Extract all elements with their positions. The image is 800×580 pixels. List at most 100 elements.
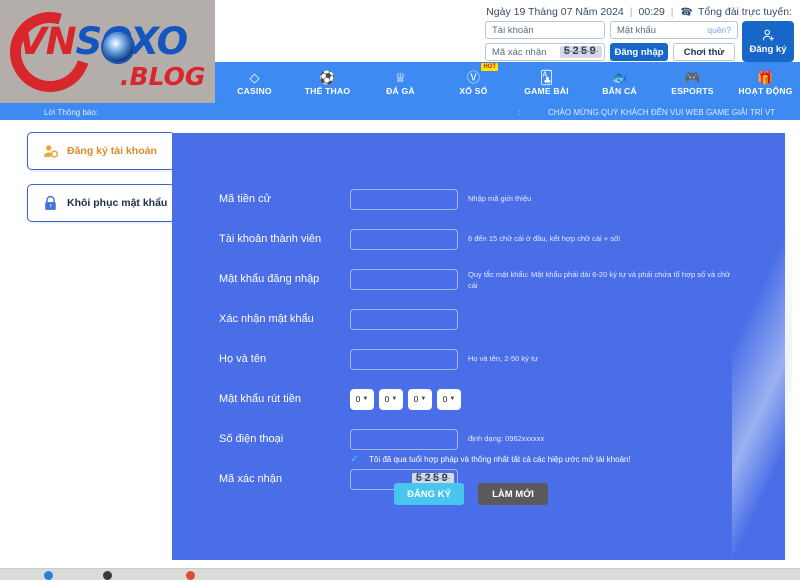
nav-item-activity[interactable]: 🎁 HOẠT ĐỘNG (729, 62, 800, 104)
form-row-username: Tài khoản thành viên 6 đến 15 chữ cái ở … (172, 219, 785, 259)
browser-page: Ngày 19 Tháng 07 Năm 2024 | 00:29 | ☎ Tổ… (0, 0, 800, 580)
playing-cards-icon: 🃑 (539, 69, 554, 85)
form-row-phone: Số điện thoại định dạng: 0962xxxxxx (172, 419, 785, 459)
withdraw-digit-1[interactable]: 0 ▼ (350, 388, 374, 410)
svg-text:?: ? (49, 204, 52, 210)
user-add-icon (43, 144, 59, 158)
chevron-down-icon: ▼ (449, 396, 456, 402)
label-password: Mật khẩu đăng nhập (219, 273, 320, 285)
reset-form-button[interactable]: LÀM MỚI (478, 483, 548, 505)
nav-label-activity: HOẠT ĐỘNG (738, 85, 793, 96)
announcement-bar: Lời Thông báo: : CHÀO MỪNG QUÝ KHÁCH ĐẾN… (0, 104, 800, 120)
hint-phone: định dạng: 0962xxxxxx (468, 433, 545, 443)
header-meta: Ngày 19 Tháng 07 Năm 2024 | 00:29 | ☎ Tổ… (486, 5, 792, 19)
withdraw-password-selects: 0 ▼ 0 ▼ 0 ▼ 0 ▼ (350, 388, 461, 410)
agreement-row: ✓ Tôi đã qua tuổi hợp pháp và thống nhất… (350, 455, 631, 465)
withdraw-digit-4[interactable]: 0 ▼ (437, 388, 461, 410)
password-input-field[interactable] (350, 268, 458, 290)
user-add-icon (762, 29, 774, 41)
hot-badge: HOT (481, 63, 498, 71)
nav-main-group: ◇ CASINO ⚽ THỂ THAO ♕ ĐÁ GÀ HOT Ⓥ XỔ SỐ … (218, 62, 800, 104)
nav-item-lottery[interactable]: HOT Ⓥ XỔ SỐ (437, 62, 510, 104)
nav-item-fishing[interactable]: 🐟 BẮN CÁ (583, 62, 656, 104)
nav-item-cardgame[interactable]: 🃑 GAME BÀI (510, 62, 583, 104)
rooster-icon: ♕ (394, 69, 407, 85)
password-input[interactable]: Mật khẩu quên? (610, 21, 738, 39)
header-captcha-image[interactable]: 5259 (559, 46, 602, 58)
header-captcha-input[interactable]: Mã xác nhận 5259 (485, 43, 605, 61)
soccer-ball-icon: ⚽ (319, 69, 336, 85)
announcement-text: CHÀO MỪNG QUÝ KHÁCH ĐẾN VUI WEB GAME GIẢ… (548, 107, 776, 117)
input-phone-wrap (350, 428, 458, 450)
label-referral: Mã tiền cử (219, 193, 271, 205)
fullname-input[interactable] (350, 348, 458, 370)
form-actions: ĐĂNG KÝ LÀM MỚI (394, 483, 548, 505)
confirm-password-input[interactable] (350, 308, 458, 330)
taskbar-app-icon-2[interactable] (186, 571, 195, 580)
hint-fullname: Họ và tên, 2-50 ký tự (468, 353, 539, 363)
agreement-text: Tôi đã qua tuổi hợp pháp và thống nhất t… (369, 455, 631, 464)
forgot-password-link[interactable]: quên? (707, 25, 731, 35)
nav-label-cardgame: GAME BÀI (524, 85, 569, 96)
label-phone: Số điện thoại (219, 433, 284, 445)
meta-separator-1: | (629, 6, 633, 18)
nav-item-sports[interactable]: ⚽ THỂ THAO (291, 62, 364, 104)
hint-referral: Nhập mã giới thiệu (468, 193, 532, 203)
form-row-withdraw-password: Mật khẩu rút tiền 0 ▼ 0 ▼ 0 ▼ 0 ▼ (172, 379, 785, 419)
referral-code-input[interactable] (350, 188, 458, 210)
withdraw-digit-3-value: 0 (413, 394, 419, 404)
trial-play-button[interactable]: Chơi thử (673, 43, 735, 61)
login-fields: Tài khoản Mật khẩu quên? Mã xác nhận 525… (485, 21, 738, 61)
account-placeholder: Tài khoản (492, 24, 534, 36)
announcement-colon: : (518, 107, 521, 117)
form-row-password: Mật khẩu đăng nhập Quy tắc mật khẩu: Mật… (172, 259, 785, 299)
input-confirm-password-wrap (350, 308, 458, 330)
agreement-checkbox[interactable]: ✓ (350, 455, 359, 465)
submit-register-button[interactable]: ĐĂNG KÝ (394, 483, 464, 505)
label-fullname: Họ và tên (219, 353, 267, 365)
current-date: Ngày 19 Tháng 07 Năm 2024 (486, 6, 624, 18)
input-username-wrap (350, 228, 458, 250)
gift-box-icon: 🎁 (757, 69, 774, 85)
nav-label-sports: THỂ THAO (304, 85, 351, 96)
username-input[interactable] (350, 228, 458, 250)
lottery-ball-icon: Ⓥ (466, 69, 480, 85)
logo-text-vn: VN (18, 20, 77, 63)
nav-item-esports[interactable]: 🎮 ESPORTS (656, 62, 729, 104)
hotline-label: Tổng đài trực tuyến: (698, 6, 792, 18)
withdraw-digit-3[interactable]: 0 ▼ (408, 388, 432, 410)
label-username: Tài khoản thành viên (219, 233, 322, 245)
form-row-confirm-password: Xác nhận mật khẩu (172, 299, 785, 339)
input-password-wrap (350, 268, 458, 290)
nav-item-cockfight[interactable]: ♕ ĐÁ GÀ (364, 62, 437, 104)
withdraw-digit-1-value: 0 (355, 394, 361, 404)
nav-item-casino[interactable]: ◇ CASINO (218, 62, 291, 104)
header-register-label: Đăng ký (749, 44, 787, 55)
label-captcha: Mã xác nhận (219, 473, 282, 485)
input-fullname-wrap (350, 348, 458, 370)
nav-label-casino: CASINO (237, 85, 272, 96)
os-taskbar (0, 569, 800, 580)
account-input[interactable]: Tài khoản (485, 21, 605, 39)
label-confirm-password: Xác nhận mật khẩu (219, 313, 314, 325)
phone-input[interactable] (350, 428, 458, 450)
login-zone: Tài khoản Mật khẩu quên? Mã xác nhận 525… (485, 21, 794, 62)
current-time: 00:29 (638, 6, 665, 18)
chevron-down-icon: ▼ (362, 396, 369, 402)
sidebar-item-recover-password[interactable]: ? Khôi phục mật khẩu (27, 184, 175, 222)
withdraw-digit-2-value: 0 (384, 394, 390, 404)
form-row-referral: Mã tiền cử Nhập mã giới thiệu (172, 179, 785, 219)
withdraw-digit-2[interactable]: 0 ▼ (379, 388, 403, 410)
hint-password: Quy tắc mật khẩu: Mật khẩu phải dài 6-20… (468, 270, 731, 290)
withdraw-digit-4-value: 0 (442, 394, 448, 404)
taskbar-app-icon[interactable] (103, 571, 112, 580)
sidebar-item-register[interactable]: Đăng ký tài khoản (27, 132, 175, 170)
header-captcha-placeholder: Mã xác nhận (492, 46, 547, 58)
nav-label-cockfight: ĐÁ GÀ (386, 85, 415, 96)
login-button[interactable]: Đăng nhập (610, 43, 668, 61)
phone-icon: ☎ (678, 5, 693, 19)
page-bottom-edge (0, 560, 800, 569)
page-body: Đăng ký tài khoản ? Khôi phục mật khẩu M… (0, 120, 800, 560)
header-register-button[interactable]: Đăng ký (742, 21, 794, 62)
taskbar-browser-icon[interactable] (44, 571, 53, 580)
